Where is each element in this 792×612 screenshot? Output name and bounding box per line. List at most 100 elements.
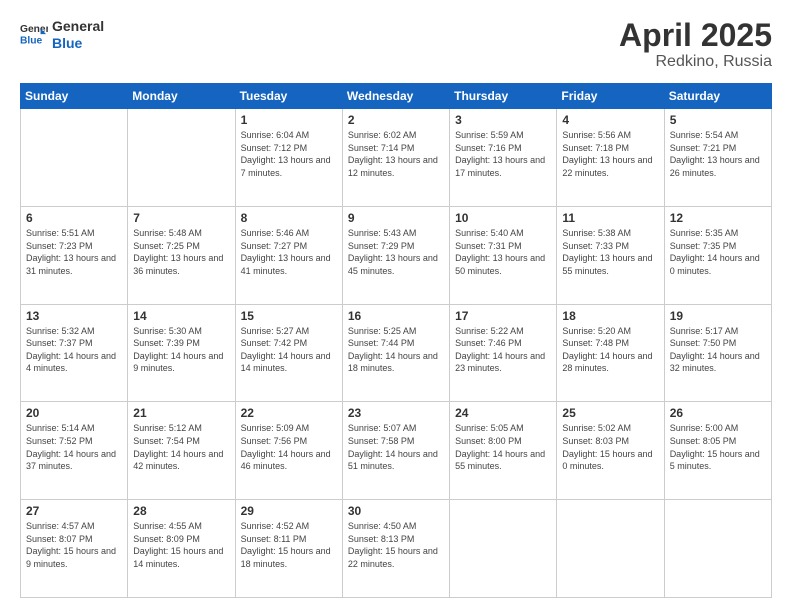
day-info: Sunrise: 4:50 AM Sunset: 8:13 PM Dayligh… [348,520,444,570]
day-number: 5 [670,113,766,127]
calendar-cell: 14Sunrise: 5:30 AM Sunset: 7:39 PM Dayli… [128,304,235,402]
calendar-cell: 29Sunrise: 4:52 AM Sunset: 8:11 PM Dayli… [235,500,342,598]
logo-blue: Blue [52,35,104,52]
calendar-cell: 19 Sunrise: 5:17 AM Sunset: 7:50 PM Dayli… [664,304,771,402]
day-info: Sunrise: 5:54 AM Sunset: 7:21 PM Dayligh… [670,129,766,179]
day-number: 26 [670,406,766,420]
day-number: 7 [133,211,229,225]
location-title: Redkino, Russia [619,53,772,71]
day-info: Sunrise: 5:02 AM Sunset: 8:03 PM Dayligh… [562,422,658,472]
calendar-cell [664,500,771,598]
day-number: 20 [26,406,122,420]
day-number: 16 [348,309,444,323]
calendar-header-row: SundayMondayTuesdayWednesdayThursdayFrid… [21,84,772,109]
calendar-cell: 7 Sunrise: 5:48 AM Sunset: 7:25 PM Daylig… [128,206,235,304]
calendar-cell: 27Sunrise: 4:57 AM Sunset: 8:07 PM Dayli… [21,500,128,598]
day-number: 24 [455,406,551,420]
calendar-cell: 4 Sunrise: 5:56 AM Sunset: 7:18 PM Daylig… [557,109,664,207]
calendar-cell: 25 Sunrise: 5:02 AM Sunset: 8:03 PM Dayli… [557,402,664,500]
day-info: Sunrise: 5:40 AM Sunset: 7:31 PM Dayligh… [455,227,551,277]
calendar-cell: 20 Sunrise: 5:14 AM Sunset: 7:52 PM Dayli… [21,402,128,500]
month-title: April 2025 [619,18,772,53]
calendar-cell [21,109,128,207]
day-number: 6 [26,211,122,225]
calendar: SundayMondayTuesdayWednesdayThursdayFrid… [20,83,772,598]
day-info: Sunrise: 5:12 AM Sunset: 7:54 PM Dayligh… [133,422,229,472]
calendar-cell: 18 Sunrise: 5:20 AM Sunset: 7:48 PM Dayli… [557,304,664,402]
calendar-cell: 23Sunrise: 5:07 AM Sunset: 7:58 PM Dayli… [342,402,449,500]
day-number: 17 [455,309,551,323]
day-header-thursday: Thursday [450,84,557,109]
calendar-cell: 9 Sunrise: 5:43 AM Sunset: 7:29 PM Daylig… [342,206,449,304]
day-number: 4 [562,113,658,127]
day-number: 9 [348,211,444,225]
calendar-cell: 13 Sunrise: 5:32 AM Sunset: 7:37 PM Dayli… [21,304,128,402]
title-block: April 2025 Redkino, Russia [619,18,772,71]
day-number: 15 [241,309,337,323]
day-info: Sunrise: 4:55 AM Sunset: 8:09 PM Dayligh… [133,520,229,570]
day-info: Sunrise: 5:38 AM Sunset: 7:33 PM Dayligh… [562,227,658,277]
day-info: Sunrise: 5:46 AM Sunset: 7:27 PM Dayligh… [241,227,337,277]
day-info: Sunrise: 5:48 AM Sunset: 7:25 PM Dayligh… [133,227,229,277]
day-info: Sunrise: 5:32 AM Sunset: 7:37 PM Dayligh… [26,325,122,375]
day-number: 12 [670,211,766,225]
day-info: Sunrise: 5:09 AM Sunset: 7:56 PM Dayligh… [241,422,337,472]
calendar-cell: 3 Sunrise: 5:59 AM Sunset: 7:16 PM Daylig… [450,109,557,207]
calendar-cell: 24Sunrise: 5:05 AM Sunset: 8:00 PM Dayli… [450,402,557,500]
logo-icon: General Blue [20,21,48,49]
week-row-4: 20 Sunrise: 5:14 AM Sunset: 7:52 PM Dayli… [21,402,772,500]
day-number: 8 [241,211,337,225]
day-header-saturday: Saturday [664,84,771,109]
day-info: Sunrise: 5:22 AM Sunset: 7:46 PM Dayligh… [455,325,551,375]
day-info: Sunrise: 5:14 AM Sunset: 7:52 PM Dayligh… [26,422,122,472]
day-number: 21 [133,406,229,420]
day-info: Sunrise: 5:59 AM Sunset: 7:16 PM Dayligh… [455,129,551,179]
week-row-5: 27Sunrise: 4:57 AM Sunset: 8:07 PM Dayli… [21,500,772,598]
day-header-tuesday: Tuesday [235,84,342,109]
day-number: 13 [26,309,122,323]
week-row-3: 13 Sunrise: 5:32 AM Sunset: 7:37 PM Dayli… [21,304,772,402]
day-info: Sunrise: 5:56 AM Sunset: 7:18 PM Dayligh… [562,129,658,179]
calendar-cell [128,109,235,207]
calendar-cell: 16 Sunrise: 5:25 AM Sunset: 7:44 PM Dayli… [342,304,449,402]
day-info: Sunrise: 5:07 AM Sunset: 7:58 PM Dayligh… [348,422,444,472]
svg-text:Blue: Blue [20,35,43,46]
calendar-cell: 15 Sunrise: 5:27 AM Sunset: 7:42 PM Dayli… [235,304,342,402]
day-number: 18 [562,309,658,323]
day-info: Sunrise: 5:00 AM Sunset: 8:05 PM Dayligh… [670,422,766,472]
day-info: Sunrise: 5:17 AM Sunset: 7:50 PM Dayligh… [670,325,766,375]
calendar-cell: 21 Sunrise: 5:12 AM Sunset: 7:54 PM Dayli… [128,402,235,500]
day-info: Sunrise: 6:04 AM Sunset: 7:12 PM Dayligh… [241,129,337,179]
day-number: 2 [348,113,444,127]
day-number: 22 [241,406,337,420]
day-header-wednesday: Wednesday [342,84,449,109]
day-number: 19 [670,309,766,323]
day-number: 11 [562,211,658,225]
day-info: Sunrise: 5:43 AM Sunset: 7:29 PM Dayligh… [348,227,444,277]
calendar-cell: 2Sunrise: 6:02 AM Sunset: 7:14 PM Daylig… [342,109,449,207]
day-number: 3 [455,113,551,127]
calendar-cell: 17 Sunrise: 5:22 AM Sunset: 7:46 PM Dayli… [450,304,557,402]
day-info: Sunrise: 5:20 AM Sunset: 7:48 PM Dayligh… [562,325,658,375]
day-header-friday: Friday [557,84,664,109]
week-row-1: 1Sunrise: 6:04 AM Sunset: 7:12 PM Daylig… [21,109,772,207]
day-info: Sunrise: 5:51 AM Sunset: 7:23 PM Dayligh… [26,227,122,277]
calendar-cell: 28 Sunrise: 4:55 AM Sunset: 8:09 PM Dayli… [128,500,235,598]
logo-general: General [52,18,104,35]
calendar-cell: 26 Sunrise: 5:00 AM Sunset: 8:05 PM Dayli… [664,402,771,500]
calendar-cell: 8 Sunrise: 5:46 AM Sunset: 7:27 PM Daylig… [235,206,342,304]
calendar-cell: 30Sunrise: 4:50 AM Sunset: 8:13 PM Dayli… [342,500,449,598]
header: General Blue General Blue April 2025 Red… [20,18,772,71]
day-info: Sunrise: 5:25 AM Sunset: 7:44 PM Dayligh… [348,325,444,375]
calendar-cell [557,500,664,598]
day-number: 25 [562,406,658,420]
calendar-cell: 6 Sunrise: 5:51 AM Sunset: 7:23 PM Daylig… [21,206,128,304]
calendar-cell: 5 Sunrise: 5:54 AM Sunset: 7:21 PM Daylig… [664,109,771,207]
logo: General Blue General Blue [20,18,104,52]
page: General Blue General Blue April 2025 Red… [0,0,792,612]
calendar-cell [450,500,557,598]
day-number: 27 [26,504,122,518]
day-number: 29 [241,504,337,518]
day-number: 28 [133,504,229,518]
day-info: Sunrise: 5:27 AM Sunset: 7:42 PM Dayligh… [241,325,337,375]
